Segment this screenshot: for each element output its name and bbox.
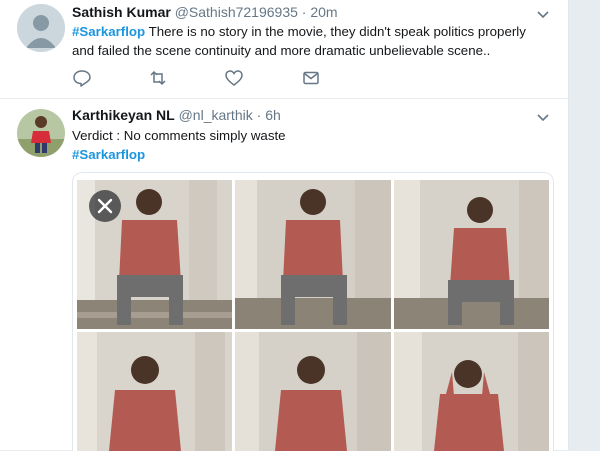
media-panel-6[interactable] [394,332,549,451]
media-panel-4[interactable] [77,332,232,451]
author-handle[interactable]: @nl_karthik [179,107,253,123]
tweet-media[interactable] [72,172,554,451]
message-icon[interactable] [301,68,321,88]
reply-icon[interactable] [72,68,92,88]
media-panel-2[interactable] [235,180,391,329]
author-name[interactable]: Sathish Kumar [72,4,171,20]
tweet-body: Verdict : No comments simply waste [72,128,286,143]
tweet-actions [72,68,372,90]
retweet-icon[interactable] [148,68,168,88]
tweet-1[interactable]: Sathish Kumar @Sathish72196935 · 20m #Sa… [0,0,568,99]
tweet-header: Karthikeyan NL @nl_karthik · 6h [72,107,281,123]
separator: · [301,4,307,20]
tweet-header: Sathish Kumar @Sathish72196935 · 20m [72,4,338,20]
timestamp[interactable]: 20m [310,4,337,20]
author-name[interactable]: Karthikeyan NL [72,107,175,123]
timestamp[interactable]: 6h [265,107,281,123]
hashtag-link[interactable]: #Sarkarflop [72,24,145,39]
tweet-text: #Sarkarflop There is no story in the mov… [72,22,542,60]
media-grid [77,180,549,451]
timeline-feed: Sathish Kumar @Sathish72196935 · 20m #Sa… [0,0,569,451]
author-handle[interactable]: @Sathish72196935 [175,4,298,20]
close-media-button[interactable] [89,190,121,222]
default-avatar-icon [17,4,65,52]
tweet-text: Verdict : No comments simply waste #Sark… [72,126,542,164]
close-icon [97,198,113,214]
hashtag-link[interactable]: #Sarkarflop [72,145,542,164]
chevron-down-icon[interactable] [536,8,550,22]
default-avatar[interactable] [17,4,65,52]
separator: · [256,107,262,123]
like-icon[interactable] [224,68,244,88]
media-panel-3[interactable] [394,180,549,329]
chevron-down-icon[interactable] [536,111,550,125]
media-panel-5[interactable] [235,332,391,451]
